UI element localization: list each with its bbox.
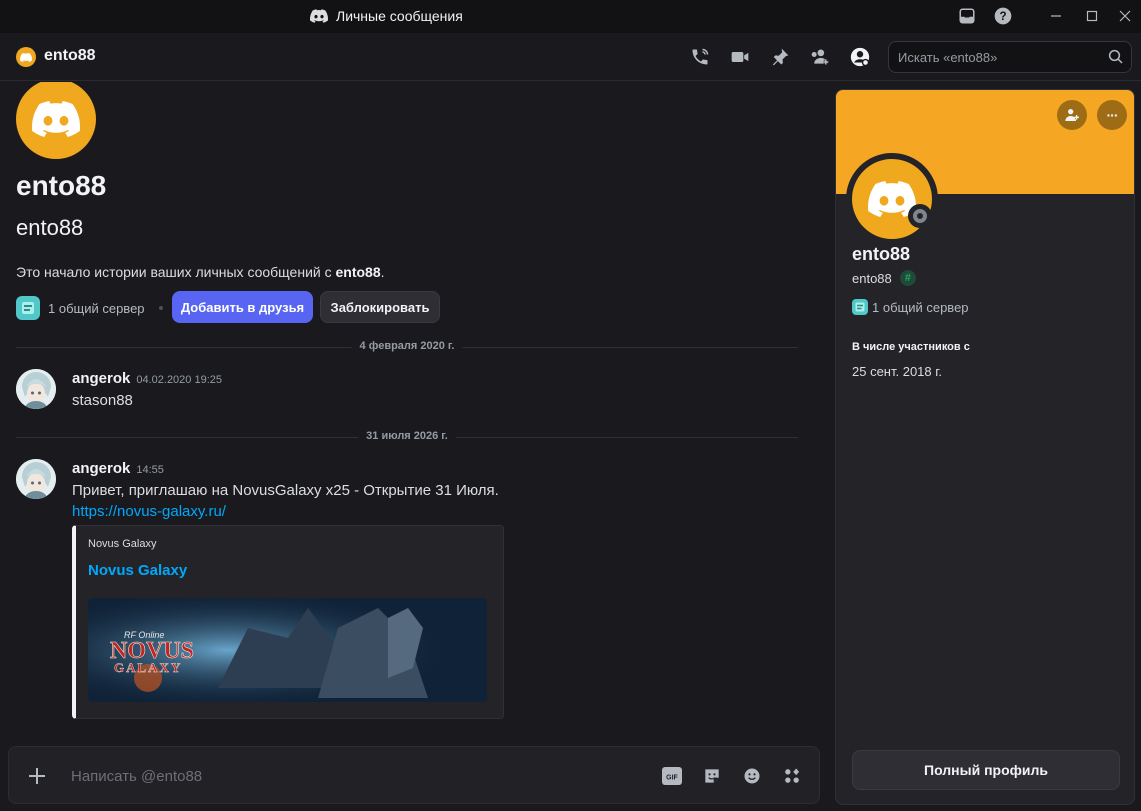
date-divider-label: 4 февраля 2020 г. bbox=[351, 340, 463, 352]
offline-status-icon bbox=[913, 209, 927, 223]
user-profile-panel: ··· ento88 ento88 # 1 общий сервер В чис… bbox=[835, 89, 1135, 805]
message-text: Привет, приглашаю на NovusGalaxy x25 - О… bbox=[72, 482, 499, 499]
mutual-servers-label: 1 общий сервер bbox=[48, 300, 145, 316]
search-input[interactable] bbox=[889, 42, 1099, 72]
intro-description: Это начало истории ваших личных сообщени… bbox=[16, 264, 385, 280]
svg-text:?: ? bbox=[999, 10, 1006, 23]
message-composer: GIF bbox=[8, 746, 820, 804]
header-avatar[interactable] bbox=[16, 47, 36, 67]
more-options-icon[interactable]: ··· bbox=[1097, 100, 1127, 130]
minimize-icon[interactable] bbox=[1046, 6, 1066, 26]
profile-mutual-servers-label: 1 общий сервер bbox=[872, 299, 969, 315]
message-timestamp: 04.02.2020 19:25 bbox=[136, 374, 222, 386]
intro-avatar bbox=[16, 82, 96, 159]
gif-icon[interactable]: GIF bbox=[660, 764, 684, 788]
date-divider-label: 31 июля 2026 г. bbox=[358, 430, 456, 442]
more-options-label: ··· bbox=[1106, 107, 1119, 123]
help-icon[interactable]: ? bbox=[993, 6, 1013, 26]
profile-display-name: ento88 bbox=[852, 244, 911, 264]
dm-name: ento88 bbox=[44, 47, 96, 64]
intro-text-prefix: Это начало истории ваших личных сообщени… bbox=[16, 264, 336, 280]
title-bar: Личные сообщения ? bbox=[0, 0, 1141, 33]
date-divider: 4 февраля 2020 г. bbox=[16, 340, 798, 352]
inbox-icon[interactable] bbox=[957, 6, 977, 26]
message-timestamp: 14:55 bbox=[136, 464, 164, 476]
voice-call-icon[interactable] bbox=[688, 45, 712, 69]
embed-logo-line3: GALAXY bbox=[114, 660, 182, 675]
message-link[interactable]: https://novus-galaxy.ru/ bbox=[72, 503, 226, 520]
message-author[interactable]: angerok bbox=[72, 460, 130, 477]
profile-username: ento88 bbox=[852, 270, 892, 286]
discord-logo-icon bbox=[310, 9, 328, 23]
sticker-icon[interactable] bbox=[700, 764, 724, 788]
discord-logo-icon bbox=[20, 52, 32, 62]
mutual-servers[interactable]: 1 общий сервер bbox=[16, 292, 169, 324]
member-since-date: 25 сент. 2018 г. bbox=[852, 364, 943, 379]
message-header: angerok 04.02.2020 19:25 bbox=[72, 370, 222, 387]
embed-image[interactable]: RF Online NOVUS GALAXY bbox=[88, 598, 487, 702]
window-title: Личные сообщения bbox=[310, 8, 463, 24]
user-profile-toggle-icon[interactable] bbox=[848, 45, 872, 69]
member-since-label: В числе участников с bbox=[852, 341, 970, 353]
video-call-icon[interactable] bbox=[728, 45, 752, 69]
message-avatar[interactable] bbox=[16, 369, 56, 409]
separator-dot bbox=[158, 306, 163, 310]
emoji-icon[interactable] bbox=[740, 764, 764, 788]
status-indicator bbox=[908, 204, 932, 228]
embed-title[interactable]: Novus Galaxy bbox=[88, 562, 187, 579]
message-text: stason88 bbox=[72, 392, 133, 409]
gif-label: GIF bbox=[666, 775, 678, 782]
message-author[interactable]: angerok bbox=[72, 370, 130, 387]
block-button[interactable]: Заблокировать bbox=[320, 291, 440, 323]
intro-display-name: ento88 bbox=[16, 170, 107, 201]
attach-plus-icon[interactable] bbox=[25, 764, 49, 788]
discord-logo-icon bbox=[32, 101, 80, 137]
add-friend-button[interactable]: Добавить в друзья bbox=[172, 291, 313, 323]
intro-text-user: ento88 bbox=[335, 264, 381, 280]
dm-header: ento88 bbox=[0, 33, 1141, 81]
embed-provider[interactable]: Novus Galaxy bbox=[88, 538, 156, 550]
intro-text-suffix: . bbox=[380, 264, 385, 280]
profile-username-row: ento88 # bbox=[852, 270, 916, 286]
close-icon[interactable] bbox=[1115, 6, 1135, 26]
search-box[interactable] bbox=[888, 41, 1132, 73]
date-divider: 31 июля 2026 г. bbox=[16, 430, 798, 442]
search-icon[interactable] bbox=[1107, 48, 1125, 66]
message-input[interactable] bbox=[71, 761, 631, 791]
server-icon bbox=[16, 296, 40, 320]
server-icon bbox=[852, 299, 868, 315]
apps-icon[interactable] bbox=[780, 764, 804, 788]
window-title-text: Личные сообщения bbox=[336, 8, 463, 24]
message-avatar[interactable] bbox=[16, 459, 56, 499]
hashtag-badge-icon[interactable]: # bbox=[899, 270, 916, 286]
message-header: angerok 14:55 bbox=[72, 460, 164, 477]
pin-icon[interactable] bbox=[768, 45, 792, 69]
maximize-icon[interactable] bbox=[1082, 6, 1102, 26]
profile-mutual-servers[interactable]: 1 общий сервер bbox=[852, 299, 969, 315]
chat-area: ento88 ento88 Это начало истории ваших л… bbox=[0, 82, 820, 811]
add-friend-icon[interactable] bbox=[1057, 100, 1087, 130]
add-friends-to-dm-icon[interactable] bbox=[808, 45, 832, 69]
intro-username: ento88 bbox=[16, 215, 84, 240]
link-embed: Novus Galaxy Novus Galaxy RF Online NOVU… bbox=[72, 525, 504, 719]
full-profile-button[interactable]: Полный профиль bbox=[852, 750, 1120, 790]
